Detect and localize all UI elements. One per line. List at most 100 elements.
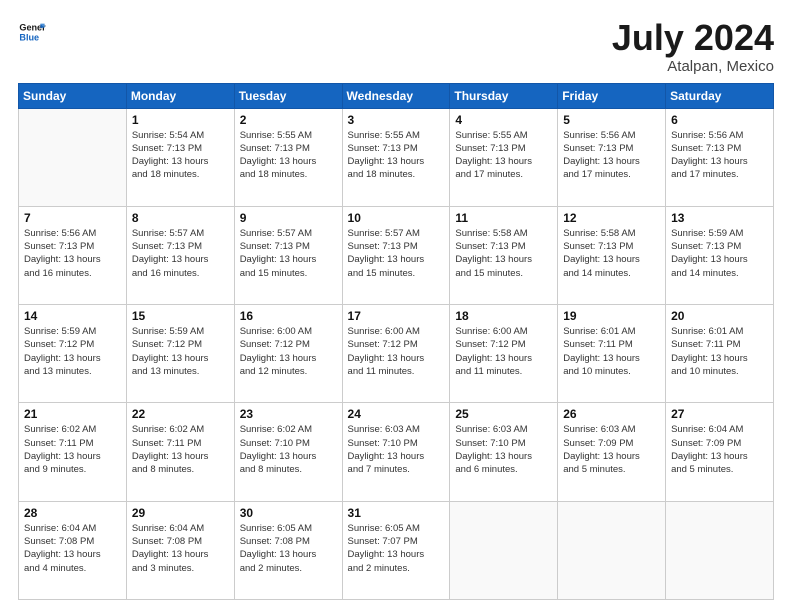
day-number: 6 — [671, 113, 768, 127]
calendar-table: Sunday Monday Tuesday Wednesday Thursday… — [18, 83, 774, 600]
title-block: July 2024 Atalpan, Mexico — [612, 18, 774, 75]
logo-icon: General Blue — [18, 18, 46, 46]
day-info: Sunrise: 6:02 AM Sunset: 7:11 PM Dayligh… — [24, 423, 121, 476]
header-tuesday: Tuesday — [234, 83, 342, 108]
calendar-week-4: 21 Sunrise: 6:02 AM Sunset: 7:11 PM Dayli… — [19, 403, 774, 501]
day-info: Sunrise: 6:00 AM Sunset: 7:12 PM Dayligh… — [348, 325, 445, 378]
table-row: 4 Sunrise: 5:55 AM Sunset: 7:13 PM Daylig… — [450, 108, 558, 206]
day-number: 4 — [455, 113, 552, 127]
day-number: 7 — [24, 211, 121, 225]
day-number: 25 — [455, 407, 552, 421]
table-row: 24 Sunrise: 6:03 AM Sunset: 7:10 PM Dayli… — [342, 403, 450, 501]
day-number: 3 — [348, 113, 445, 127]
day-info: Sunrise: 5:55 AM Sunset: 7:13 PM Dayligh… — [455, 129, 552, 182]
table-row: 21 Sunrise: 6:02 AM Sunset: 7:11 PM Dayli… — [19, 403, 127, 501]
day-info: Sunrise: 6:02 AM Sunset: 7:10 PM Dayligh… — [240, 423, 337, 476]
day-info: Sunrise: 6:02 AM Sunset: 7:11 PM Dayligh… — [132, 423, 229, 476]
table-row: 11Sunrise: 5:58 AM Sunset: 7:13 PM Dayli… — [450, 206, 558, 304]
day-number: 1 — [132, 113, 229, 127]
table-row: 2 Sunrise: 5:55 AM Sunset: 7:13 PM Daylig… — [234, 108, 342, 206]
table-row: 19Sunrise: 6:01 AM Sunset: 7:11 PM Dayli… — [558, 305, 666, 403]
table-row: 14 Sunrise: 5:59 AM Sunset: 7:12 PM Dayli… — [19, 305, 127, 403]
table-row: 31Sunrise: 6:05 AM Sunset: 7:07 PM Dayli… — [342, 501, 450, 599]
table-row: 25 Sunrise: 6:03 AM Sunset: 7:10 PM Dayli… — [450, 403, 558, 501]
table-row: 27 Sunrise: 6:04 AM Sunset: 7:09 PM Dayli… — [666, 403, 774, 501]
page-header: General Blue July 2024 Atalpan, Mexico — [18, 18, 774, 75]
day-info: Sunrise: 5:56 AM Sunset: 7:13 PM Dayligh… — [24, 227, 121, 280]
table-row: 6 Sunrise: 5:56 AM Sunset: 7:13 PM Daylig… — [666, 108, 774, 206]
table-row: 9Sunrise: 5:57 AM Sunset: 7:13 PM Daylig… — [234, 206, 342, 304]
day-info: Sunrise: 6:00 AM Sunset: 7:12 PM Dayligh… — [455, 325, 552, 378]
day-number: 2 — [240, 113, 337, 127]
day-info: Sunrise: 5:56 AM Sunset: 7:13 PM Dayligh… — [563, 129, 660, 182]
table-row: 1 Sunrise: 5:54 AM Sunset: 7:13 PM Daylig… — [126, 108, 234, 206]
day-info: Sunrise: 6:05 AM Sunset: 7:08 PM Dayligh… — [240, 522, 337, 575]
table-row: 10Sunrise: 5:57 AM Sunset: 7:13 PM Dayli… — [342, 206, 450, 304]
day-number: 10 — [348, 211, 445, 225]
table-row: 28Sunrise: 6:04 AM Sunset: 7:08 PM Dayli… — [19, 501, 127, 599]
day-number: 12 — [563, 211, 660, 225]
day-info: Sunrise: 5:58 AM Sunset: 7:13 PM Dayligh… — [563, 227, 660, 280]
day-number: 22 — [132, 407, 229, 421]
table-row: 20Sunrise: 6:01 AM Sunset: 7:11 PM Dayli… — [666, 305, 774, 403]
table-row: 16 Sunrise: 6:00 AM Sunset: 7:12 PM Dayli… — [234, 305, 342, 403]
calendar-week-1: 1 Sunrise: 5:54 AM Sunset: 7:13 PM Daylig… — [19, 108, 774, 206]
day-number: 21 — [24, 407, 121, 421]
day-info: Sunrise: 6:04 AM Sunset: 7:08 PM Dayligh… — [132, 522, 229, 575]
calendar-week-5: 28Sunrise: 6:04 AM Sunset: 7:08 PM Dayli… — [19, 501, 774, 599]
day-info: Sunrise: 6:04 AM Sunset: 7:08 PM Dayligh… — [24, 522, 121, 575]
table-row: 13 Sunrise: 5:59 AM Sunset: 7:13 PM Dayli… — [666, 206, 774, 304]
day-number: 24 — [348, 407, 445, 421]
calendar-week-3: 14 Sunrise: 5:59 AM Sunset: 7:12 PM Dayli… — [19, 305, 774, 403]
day-info: Sunrise: 5:57 AM Sunset: 7:13 PM Dayligh… — [132, 227, 229, 280]
day-info: Sunrise: 5:55 AM Sunset: 7:13 PM Dayligh… — [240, 129, 337, 182]
day-number: 13 — [671, 211, 768, 225]
day-info: Sunrise: 6:01 AM Sunset: 7:11 PM Dayligh… — [563, 325, 660, 378]
logo: General Blue — [18, 18, 46, 46]
table-row: 30 Sunrise: 6:05 AM Sunset: 7:08 PM Dayli… — [234, 501, 342, 599]
table-row: 8 Sunrise: 5:57 AM Sunset: 7:13 PM Daylig… — [126, 206, 234, 304]
table-row: 26 Sunrise: 6:03 AM Sunset: 7:09 PM Dayli… — [558, 403, 666, 501]
day-info: Sunrise: 6:00 AM Sunset: 7:12 PM Dayligh… — [240, 325, 337, 378]
day-info: Sunrise: 6:03 AM Sunset: 7:10 PM Dayligh… — [455, 423, 552, 476]
day-number: 18 — [455, 309, 552, 323]
day-info: Sunrise: 5:59 AM Sunset: 7:13 PM Dayligh… — [671, 227, 768, 280]
day-info: Sunrise: 6:03 AM Sunset: 7:09 PM Dayligh… — [563, 423, 660, 476]
table-row — [450, 501, 558, 599]
table-row — [19, 108, 127, 206]
day-info: Sunrise: 5:54 AM Sunset: 7:13 PM Dayligh… — [132, 129, 229, 182]
weekday-header-row: Sunday Monday Tuesday Wednesday Thursday… — [19, 83, 774, 108]
day-info: Sunrise: 6:04 AM Sunset: 7:09 PM Dayligh… — [671, 423, 768, 476]
header-friday: Friday — [558, 83, 666, 108]
header-thursday: Thursday — [450, 83, 558, 108]
day-number: 27 — [671, 407, 768, 421]
svg-text:Blue: Blue — [19, 32, 39, 42]
day-number: 8 — [132, 211, 229, 225]
header-wednesday: Wednesday — [342, 83, 450, 108]
day-info: Sunrise: 5:55 AM Sunset: 7:13 PM Dayligh… — [348, 129, 445, 182]
calendar-week-2: 7 Sunrise: 5:56 AM Sunset: 7:13 PM Daylig… — [19, 206, 774, 304]
day-info: Sunrise: 5:56 AM Sunset: 7:13 PM Dayligh… — [671, 129, 768, 182]
day-info: Sunrise: 5:58 AM Sunset: 7:13 PM Dayligh… — [455, 227, 552, 280]
header-sunday: Sunday — [19, 83, 127, 108]
day-info: Sunrise: 5:59 AM Sunset: 7:12 PM Dayligh… — [132, 325, 229, 378]
table-row: 23Sunrise: 6:02 AM Sunset: 7:10 PM Dayli… — [234, 403, 342, 501]
day-info: Sunrise: 6:03 AM Sunset: 7:10 PM Dayligh… — [348, 423, 445, 476]
day-info: Sunrise: 6:05 AM Sunset: 7:07 PM Dayligh… — [348, 522, 445, 575]
table-row: 5 Sunrise: 5:56 AM Sunset: 7:13 PM Daylig… — [558, 108, 666, 206]
day-number: 14 — [24, 309, 121, 323]
table-row — [558, 501, 666, 599]
header-monday: Monday — [126, 83, 234, 108]
day-number: 15 — [132, 309, 229, 323]
day-number: 17 — [348, 309, 445, 323]
table-row: 22 Sunrise: 6:02 AM Sunset: 7:11 PM Dayli… — [126, 403, 234, 501]
day-number: 9 — [240, 211, 337, 225]
day-info: Sunrise: 5:59 AM Sunset: 7:12 PM Dayligh… — [24, 325, 121, 378]
day-number: 30 — [240, 506, 337, 520]
day-number: 5 — [563, 113, 660, 127]
day-info: Sunrise: 6:01 AM Sunset: 7:11 PM Dayligh… — [671, 325, 768, 378]
day-number: 16 — [240, 309, 337, 323]
table-row: 18 Sunrise: 6:00 AM Sunset: 7:12 PM Dayli… — [450, 305, 558, 403]
day-number: 26 — [563, 407, 660, 421]
calendar-title: July 2024 — [612, 18, 774, 58]
